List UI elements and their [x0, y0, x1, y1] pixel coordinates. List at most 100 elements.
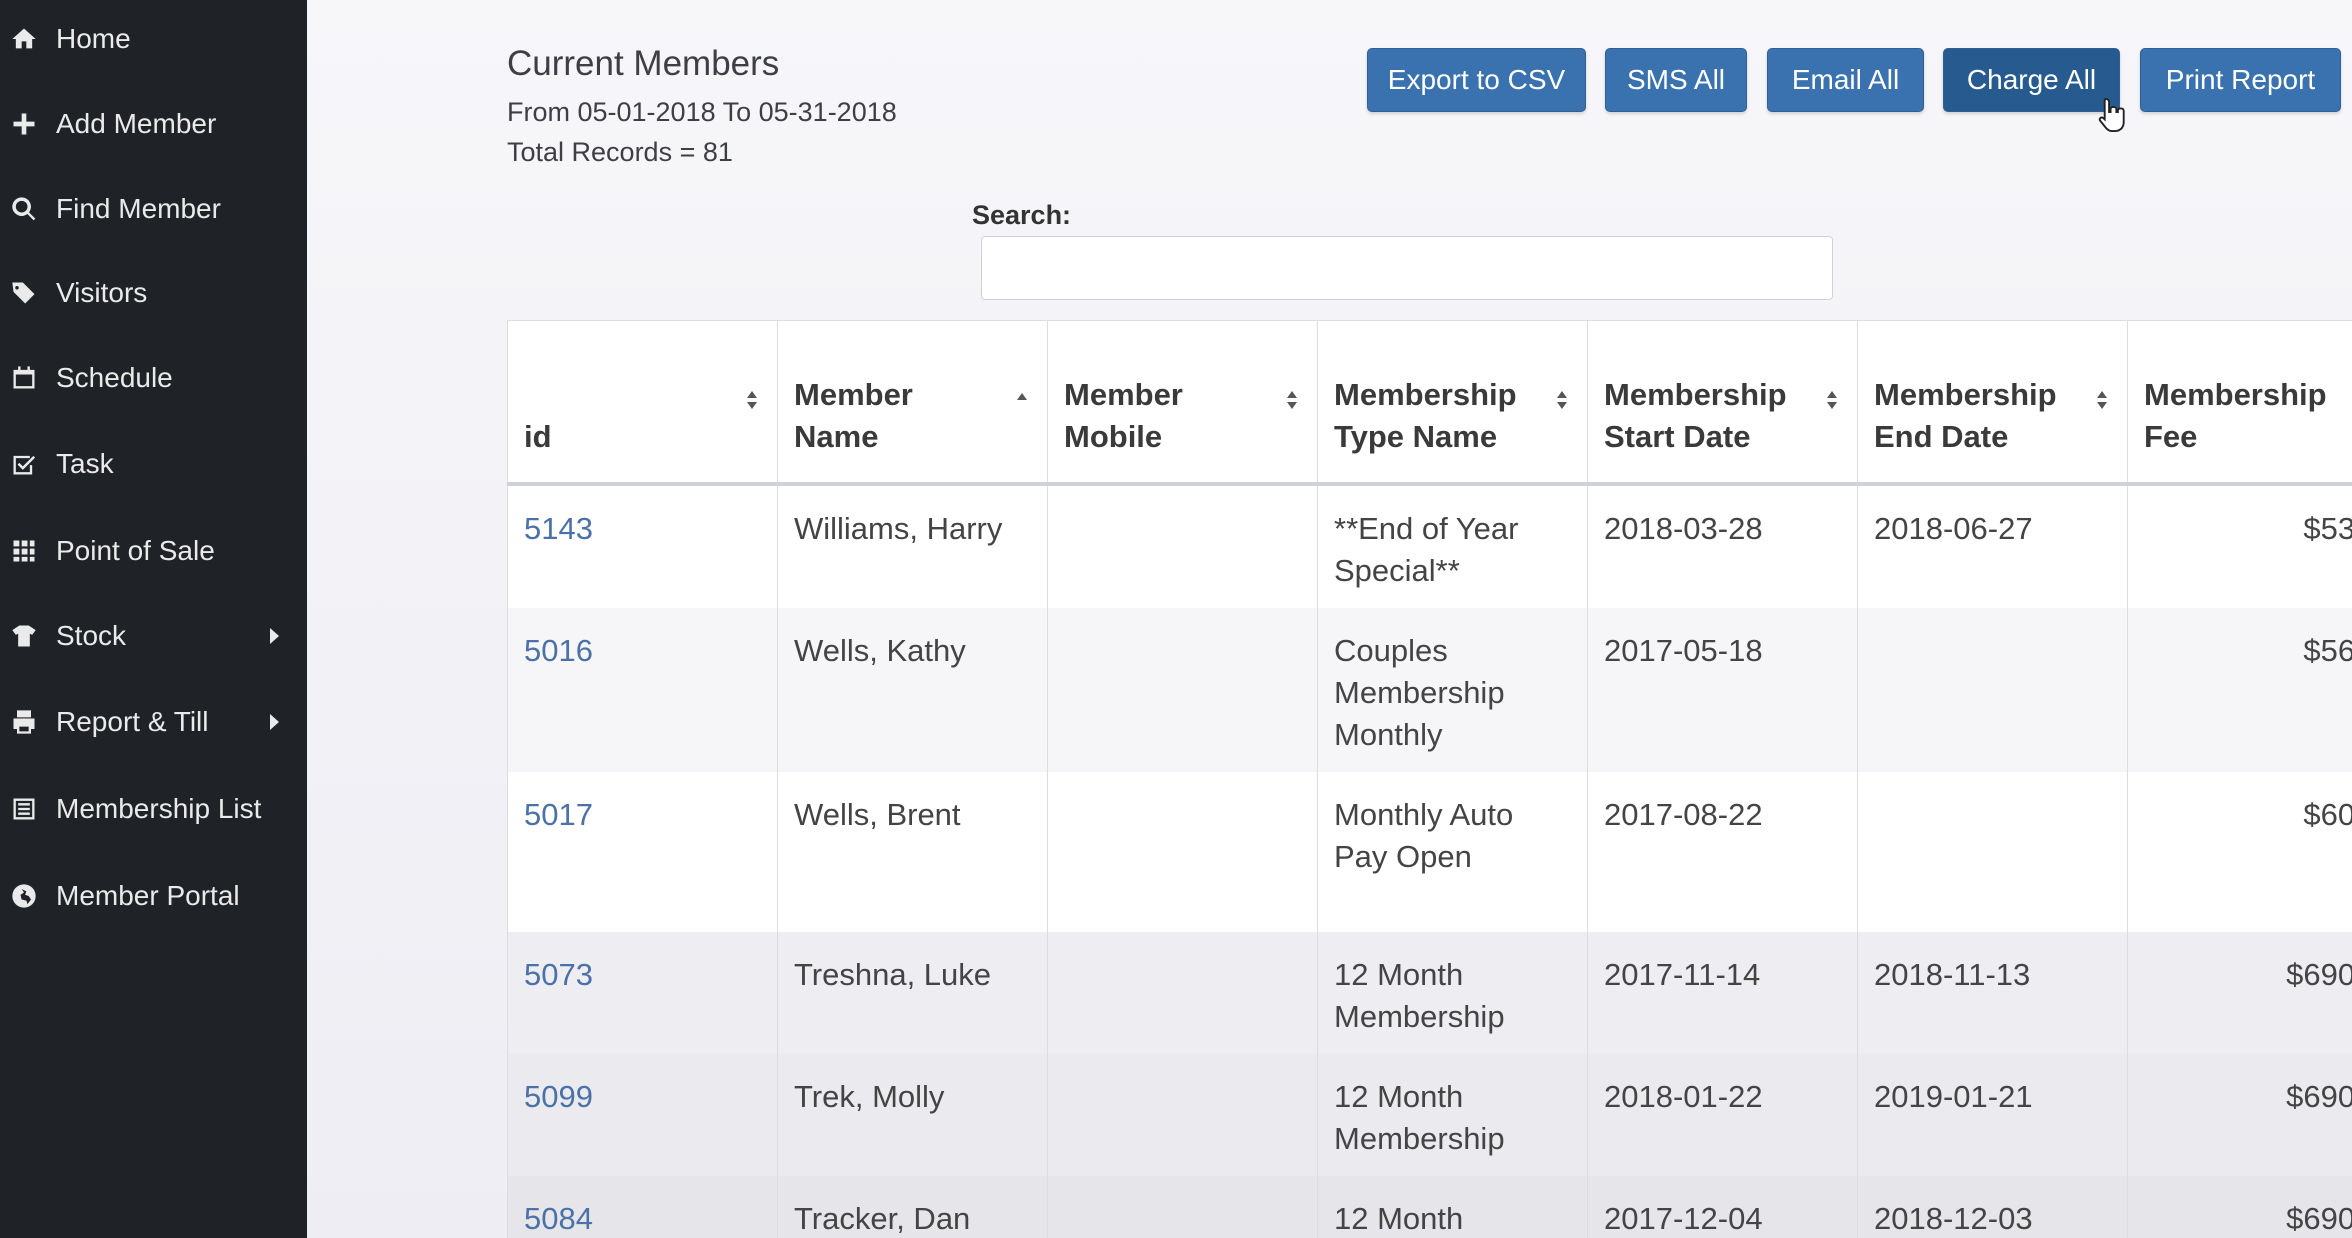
cell-id: 5084: [507, 1175, 778, 1238]
sidebar: Home Add Member Find Member Visitors Sch…: [0, 0, 307, 1238]
sort-icon: [1557, 391, 1567, 409]
globe-icon: [8, 880, 40, 912]
sort-icon: [1827, 391, 1837, 409]
checkbox-icon: [8, 448, 40, 480]
print-icon: [8, 706, 40, 738]
member-id-link[interactable]: 5073: [524, 957, 593, 992]
export-csv-button[interactable]: Export to CSV: [1367, 48, 1586, 112]
cell-end-date: 2018-12-03: [1857, 1175, 2128, 1238]
cell-start-date: 2017-11-14: [1587, 931, 1858, 1054]
sidebar-item-membership-list[interactable]: Membership List: [0, 779, 307, 839]
cell-member-name: Williams, Harry: [777, 483, 1048, 608]
table-row: 5084 Tracker, Dan 12 Month Membership 20…: [507, 1175, 2352, 1238]
cell-membership-type: 12 Month Membership: [1317, 1053, 1588, 1176]
sidebar-item-schedule[interactable]: Schedule: [0, 348, 307, 408]
table-row: 5143 Williams, Harry **End of Year Speci…: [507, 483, 2352, 608]
column-header-end-date[interactable]: Membership End Date: [1857, 320, 2128, 486]
sidebar-item-task[interactable]: Task: [0, 434, 307, 494]
header-line1: Membership: [2144, 376, 2327, 412]
search-input[interactable]: [981, 236, 1833, 300]
header-line1: Member: [1064, 376, 1183, 412]
sidebar-item-visitors[interactable]: Visitors: [0, 263, 307, 323]
sidebar-item-report-till[interactable]: Report & Till: [0, 692, 307, 752]
cell-member-name: Trek, Molly: [777, 1053, 1048, 1176]
table-row: 5073 Treshna, Luke 12 Month Membership 2…: [507, 931, 2352, 1054]
cell-member-mobile: [1047, 1175, 1318, 1238]
cell-end-date: [1857, 771, 2128, 932]
cell-start-date: 2017-08-22: [1587, 771, 1858, 932]
cell-membership-type: 12 Month Membership: [1317, 1175, 1588, 1238]
cell-member-mobile: [1047, 1053, 1318, 1176]
email-all-button[interactable]: Email All: [1767, 48, 1924, 112]
member-id-link[interactable]: 5016: [524, 633, 593, 668]
calendar-icon: [8, 362, 40, 394]
cell-fee: $690.0: [2127, 1175, 2352, 1238]
table-row: 5017 Wells, Brent Monthly Auto Pay Open …: [507, 771, 2352, 932]
cell-fee: $56.9: [2127, 607, 2352, 772]
cell-end-date: 2018-06-27: [1857, 483, 2128, 608]
sidebar-item-add-member[interactable]: Add Member: [0, 94, 307, 154]
sidebar-item-home[interactable]: Home: [0, 9, 307, 69]
header-line2: Type Name: [1334, 418, 1498, 454]
sidebar-item-label: Point of Sale: [56, 535, 215, 566]
column-header-membership-type[interactable]: Membership Type Name: [1317, 320, 1588, 486]
cell-membership-type: **End of Year Special**: [1317, 483, 1588, 608]
page-title: Current Members: [507, 44, 780, 83]
cell-start-date: 2017-12-04: [1587, 1175, 1858, 1238]
member-id-link[interactable]: 5084: [524, 1201, 593, 1236]
cell-id: 5016: [507, 607, 778, 772]
sort-icon: [747, 391, 757, 409]
sort-icon: [1287, 391, 1297, 409]
cell-member-mobile: [1047, 771, 1318, 932]
sort-asc-icon: [1017, 393, 1027, 400]
cell-member-mobile: [1047, 931, 1318, 1054]
header-line2: Name: [794, 418, 879, 454]
hand-cursor-icon: [2098, 97, 2125, 133]
app-window: Home Add Member Find Member Visitors Sch…: [0, 0, 2352, 1238]
header-line1: Membership: [1874, 376, 2057, 412]
charge-all-button[interactable]: Charge All: [1943, 48, 2120, 112]
sidebar-item-point-of-sale[interactable]: Point of Sale: [0, 521, 307, 581]
member-id-link[interactable]: 5017: [524, 797, 593, 832]
sidebar-item-label: Membership List: [56, 793, 262, 824]
column-header-id[interactable]: id: [507, 320, 778, 486]
column-header-member-mobile[interactable]: Member Mobile: [1047, 320, 1318, 486]
sort-icon: [2097, 391, 2107, 409]
sidebar-item-stock[interactable]: Stock: [0, 606, 307, 666]
cell-member-name: Wells, Kathy: [777, 607, 1048, 772]
table-header-row: id Member Name Member Mobile Membership …: [507, 320, 2352, 486]
print-report-button[interactable]: Print Report: [2140, 48, 2341, 112]
sidebar-item-label: Task: [56, 448, 114, 479]
sidebar-item-label: Stock: [56, 620, 127, 651]
member-id-link[interactable]: 5143: [524, 511, 593, 546]
header-line2: Start Date: [1604, 418, 1751, 454]
sidebar-item-member-portal[interactable]: Member Portal: [0, 866, 307, 926]
column-header-member-name[interactable]: Member Name: [777, 320, 1048, 486]
cell-member-name: Treshna, Luke: [777, 931, 1048, 1054]
header-line2: id: [524, 418, 552, 454]
sidebar-item-label: Report & Till: [56, 706, 209, 737]
cell-start-date: 2018-01-22: [1587, 1053, 1858, 1176]
table-row: 5016 Wells, Kathy Couples Membership Mon…: [507, 607, 2352, 772]
cell-end-date: [1857, 607, 2128, 772]
cell-id: 5017: [507, 771, 778, 932]
cell-member-mobile: [1047, 483, 1318, 608]
cell-membership-type: Monthly Auto Pay Open: [1317, 771, 1588, 932]
sidebar-item-label: Visitors: [56, 277, 148, 308]
sidebar-item-label: Home: [56, 23, 131, 54]
cell-fee: $60.0: [2127, 771, 2352, 932]
total-records: Total Records = 81: [507, 137, 733, 167]
search-icon: [8, 193, 40, 225]
member-id-link[interactable]: 5099: [524, 1079, 593, 1114]
column-header-fee[interactable]: Membership Fee: [2127, 320, 2352, 486]
sidebar-item-find-member[interactable]: Find Member: [0, 179, 307, 239]
header-line1: Membership: [1334, 376, 1517, 412]
column-header-start-date[interactable]: Membership Start Date: [1587, 320, 1858, 486]
cell-id: 5073: [507, 931, 778, 1054]
sms-all-button[interactable]: SMS All: [1605, 48, 1747, 112]
header-line2: Mobile: [1064, 418, 1163, 454]
cell-member-mobile: [1047, 607, 1318, 772]
cell-end-date: 2018-11-13: [1857, 931, 2128, 1054]
header-line2: Fee: [2144, 418, 2198, 454]
sidebar-item-label: Find Member: [56, 193, 221, 224]
